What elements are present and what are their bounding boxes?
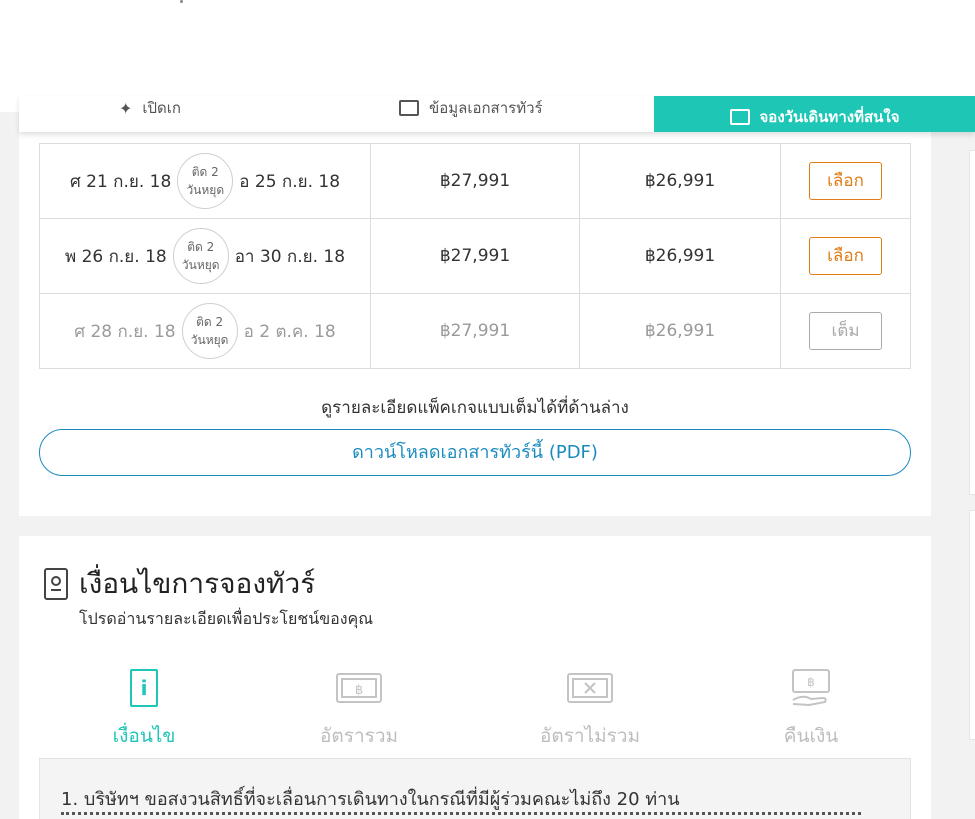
end-date: อ 2 ต.ค. 18	[243, 321, 336, 342]
start-date: ศ 28 ก.ย. 18	[74, 321, 176, 342]
cross-banknote-icon	[567, 673, 613, 703]
tab-tour-documents[interactable]: ข้อมูลเอกสารทัวร์	[399, 96, 543, 120]
info-document-icon: i	[130, 669, 158, 707]
condition-item-1: 1. บริษัทฯ ขอสงวนสิทธิ์ที่จะเลื่อนการเดิ…	[61, 789, 680, 810]
tab-excluded-rates-label: อัตราไม่รวม	[539, 725, 641, 747]
price-adult: ฿27,991	[370, 143, 580, 219]
sticky-tab-bar: ✦ เปิดเก ข้อมูลเอกสารทัวร์ จองวันเดินทาง…	[19, 96, 975, 132]
badge-top: ติด 2	[196, 315, 224, 329]
header-fragment	[180, 0, 183, 3]
calendar-icon	[729, 109, 750, 125]
tab-included-rates-label: อัตรารวม	[319, 725, 399, 747]
badge-bottom: วันหยุด	[190, 333, 229, 347]
tab-excluded-rates[interactable]: อัตราไม่รวม	[515, 664, 665, 751]
tab-refund[interactable]: ฿ คืนเงิน	[736, 664, 886, 751]
table-row: ศ 28 ก.ย. 18 ติด 2 วันหยุด อ 2 ต.ค. 18 ฿…	[39, 293, 911, 369]
start-date: ศ 21 ก.ย. 18	[69, 171, 172, 192]
date-range-cell: ศ 21 ก.ย. 18 ติด 2 วันหยุด อ 25 ก.ย. 18	[39, 143, 371, 219]
select-button[interactable]: เลือก	[809, 237, 882, 275]
price-child: ฿26,991	[579, 218, 781, 294]
side-panel-fragment	[969, 150, 975, 495]
tab-highlights[interactable]: ✦ เปิดเก	[119, 96, 181, 120]
holiday-badge: ติด 2 วันหยุด	[181, 303, 238, 359]
price-adult: ฿27,991	[370, 293, 580, 369]
date-range-cell: ศ 28 ก.ย. 18 ติด 2 วันหยุด อ 2 ต.ค. 18	[39, 293, 371, 369]
tab-tour-documents-label: ข้อมูลเอกสารทัวร์	[429, 99, 543, 117]
date-range-cell: พ 26 ก.ย. 18 ติด 2 วันหยุด อา 30 ก.ย. 18	[39, 218, 371, 294]
document-icon	[399, 100, 419, 116]
refund-icon: ฿	[792, 669, 830, 707]
holiday-badge: ติด 2 วันหยุด	[177, 153, 234, 209]
condition-item-2-clipped	[61, 812, 881, 819]
end-date: อ 25 ก.ย. 18	[239, 171, 341, 192]
tab-conditions[interactable]: i เงื่อนไข	[69, 664, 219, 751]
table-row: ศ 21 ก.ย. 18 ติด 2 วันหยุด อ 25 ก.ย. 18 …	[39, 143, 911, 219]
tab-book-dates[interactable]: จองวันเดินทางที่สนใจ	[654, 96, 975, 132]
tab-refund-label: คืนเงิน	[783, 725, 839, 747]
baht-banknote-icon: ฿	[336, 673, 382, 703]
tab-included-rates[interactable]: ฿ อัตรารวม	[284, 664, 434, 751]
svg-text:฿: ฿	[807, 675, 815, 689]
action-cell: เลือก	[780, 218, 911, 294]
badge-top: ติด 2	[191, 165, 219, 179]
svg-text:฿: ฿	[355, 683, 363, 698]
departure-dates-table: ศ 21 ก.ย. 18 ติด 2 วันหยุด อ 25 ก.ย. 18 …	[39, 143, 911, 369]
package-detail-note: ดูรายละเอียดแพ็คเกจแบบเต็มได้ที่ด้านล่าง	[321, 398, 629, 418]
tab-book-dates-label: จองวันเดินทางที่สนใจ	[759, 108, 900, 126]
conditions-subtitle: โปรดอ่านรายละเอียดเพื่อประโยชน์ของคุณ	[79, 609, 374, 628]
passport-book-icon	[44, 568, 68, 600]
price-child: ฿26,991	[579, 293, 781, 369]
select-button[interactable]: เลือก	[809, 162, 882, 200]
badge-top: ติด 2	[187, 240, 215, 254]
download-pdf-button[interactable]: ดาวน์โหลดเอกสารทัวร์นี้ (PDF)	[39, 429, 911, 476]
full-button: เต็ม	[809, 312, 882, 350]
badge-bottom: วันหยุด	[186, 183, 225, 197]
highlight-icon: ✦	[119, 98, 133, 118]
tab-highlights-label: เปิดเก	[142, 99, 182, 117]
tab-conditions-label: เงื่อนไข	[112, 725, 176, 747]
holiday-badge: ติด 2 วันหยุด	[172, 228, 229, 284]
action-cell: เลือก	[780, 143, 911, 219]
end-date: อา 30 ก.ย. 18	[234, 246, 346, 267]
side-panel-fragment-2	[969, 510, 975, 740]
price-child: ฿26,991	[579, 143, 781, 219]
conditions-title: เงื่อนไขการจองทัวร์	[79, 567, 316, 600]
table-row: พ 26 ก.ย. 18 ติด 2 วันหยุด อา 30 ก.ย. 18…	[39, 218, 911, 294]
start-date: พ 26 ก.ย. 18	[64, 246, 167, 267]
action-cell: เต็ม	[780, 293, 911, 369]
price-adult: ฿27,991	[370, 218, 580, 294]
badge-bottom: วันหยุด	[181, 258, 220, 272]
